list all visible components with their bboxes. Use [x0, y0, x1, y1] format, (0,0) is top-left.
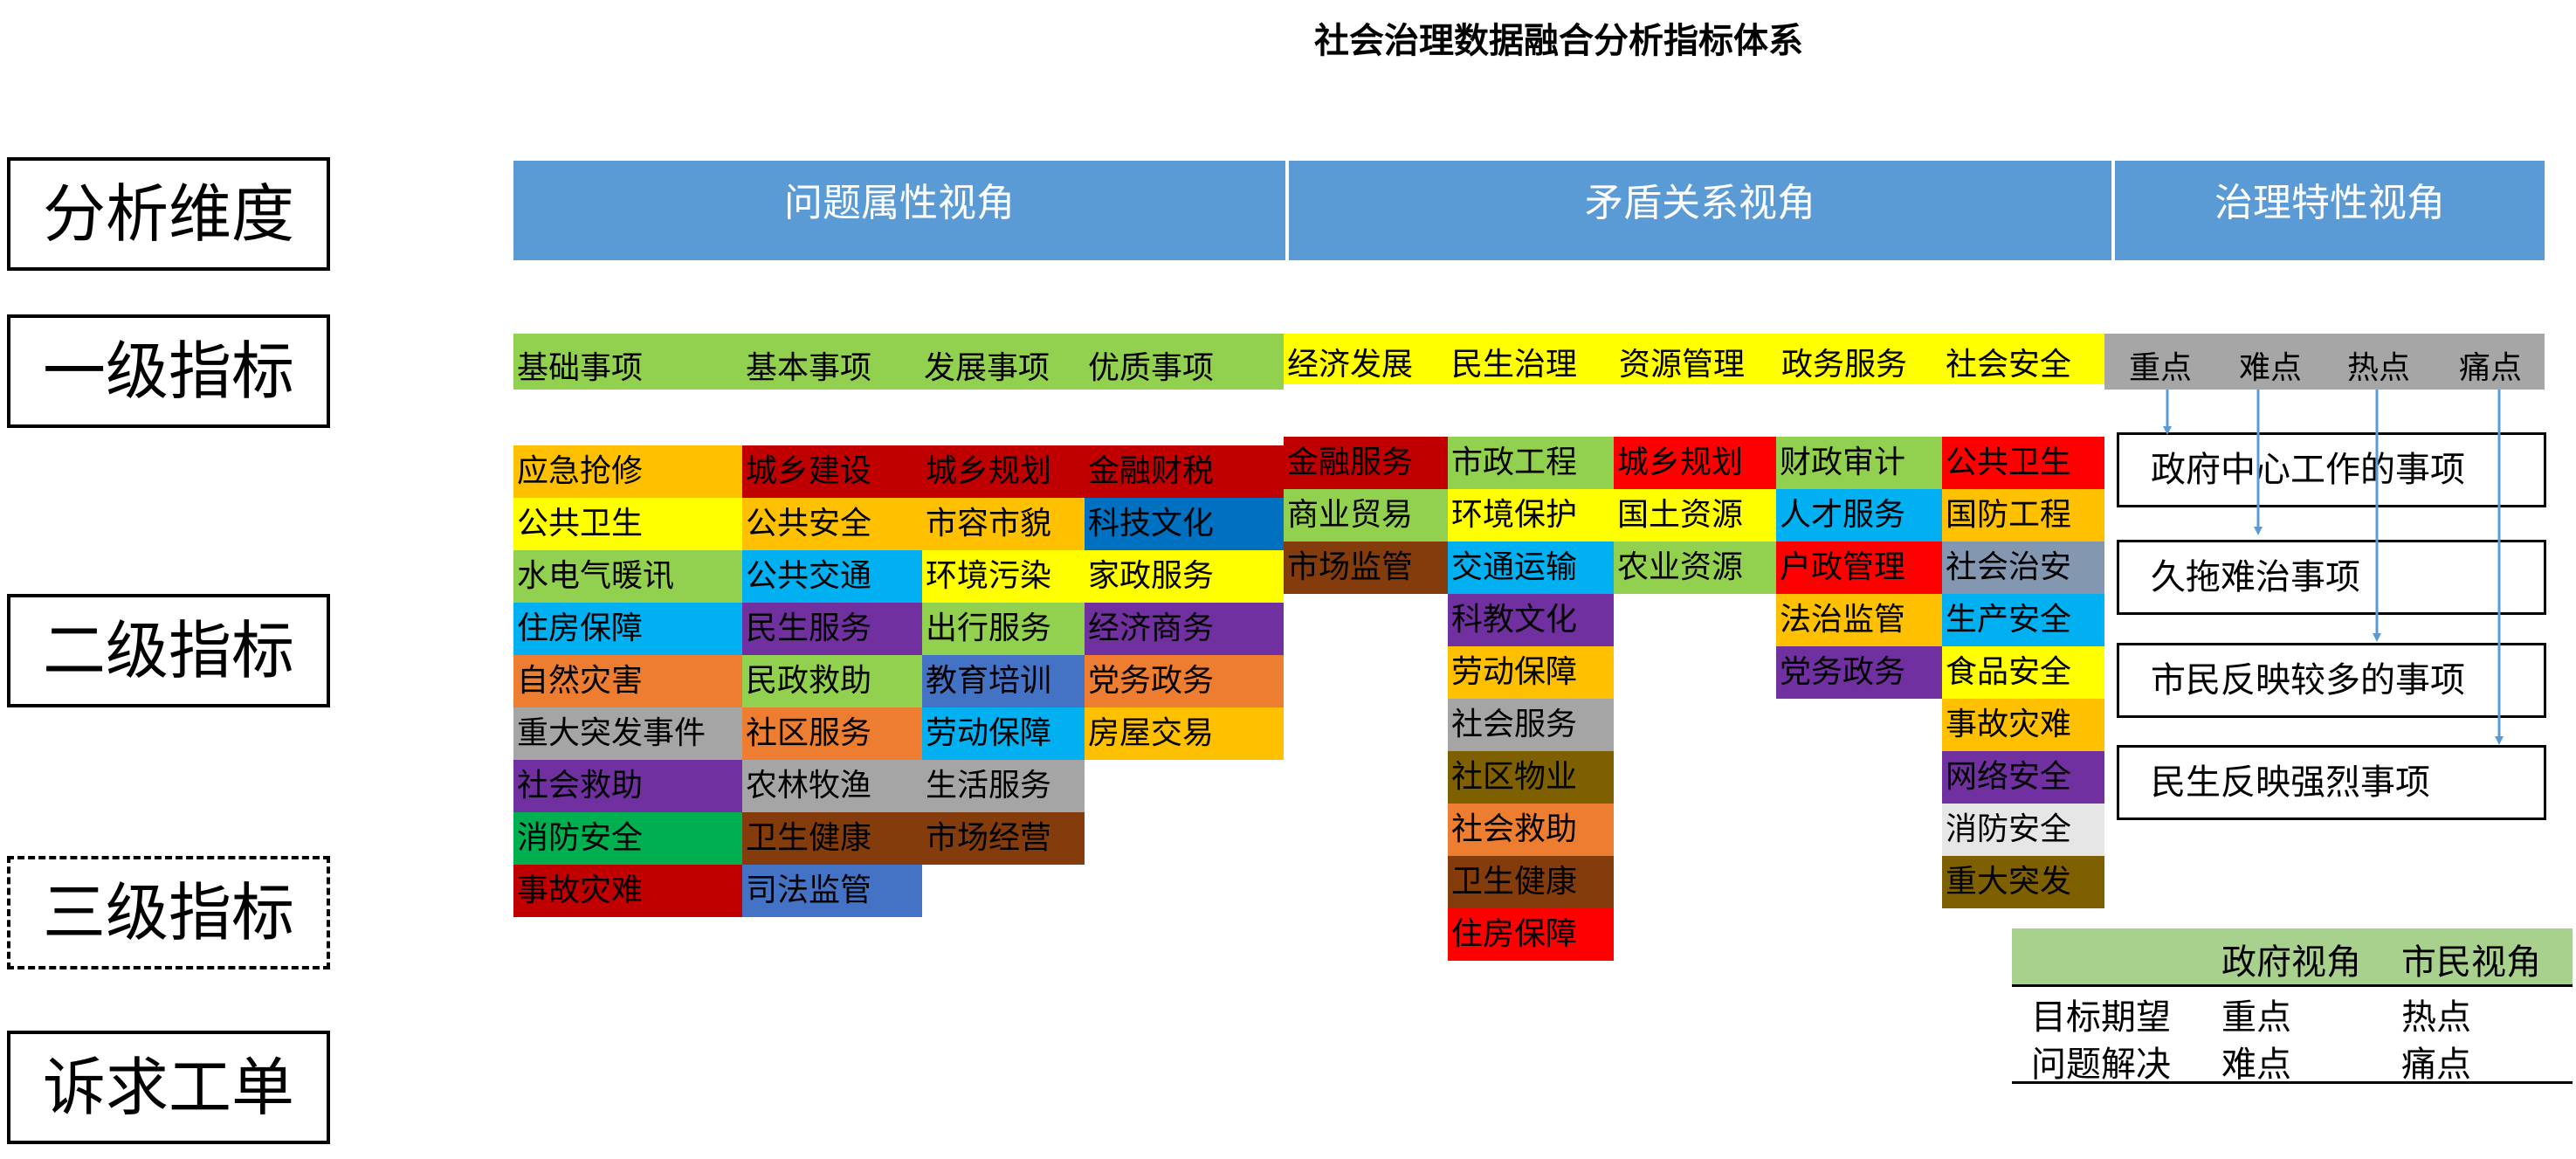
legend-cell: 难点	[2221, 1045, 2291, 1085]
legend-row-label: 问题解决	[2031, 1045, 2171, 1085]
legend-cell: 痛点	[2401, 1045, 2471, 1085]
legend-table-rule-top	[2012, 984, 2573, 987]
legend-header-citizen: 市民视角	[2401, 942, 2541, 983]
legend-cell: 热点	[2401, 997, 2471, 1038]
legend-row-label: 目标期望	[2031, 997, 2171, 1038]
legend-header-gov: 政府视角	[2221, 942, 2361, 983]
legend-table-header: 政府视角 市民视角	[2012, 928, 2573, 984]
legend-table-rule-bottom	[2012, 1081, 2573, 1084]
legend-cell: 重点	[2221, 997, 2291, 1038]
